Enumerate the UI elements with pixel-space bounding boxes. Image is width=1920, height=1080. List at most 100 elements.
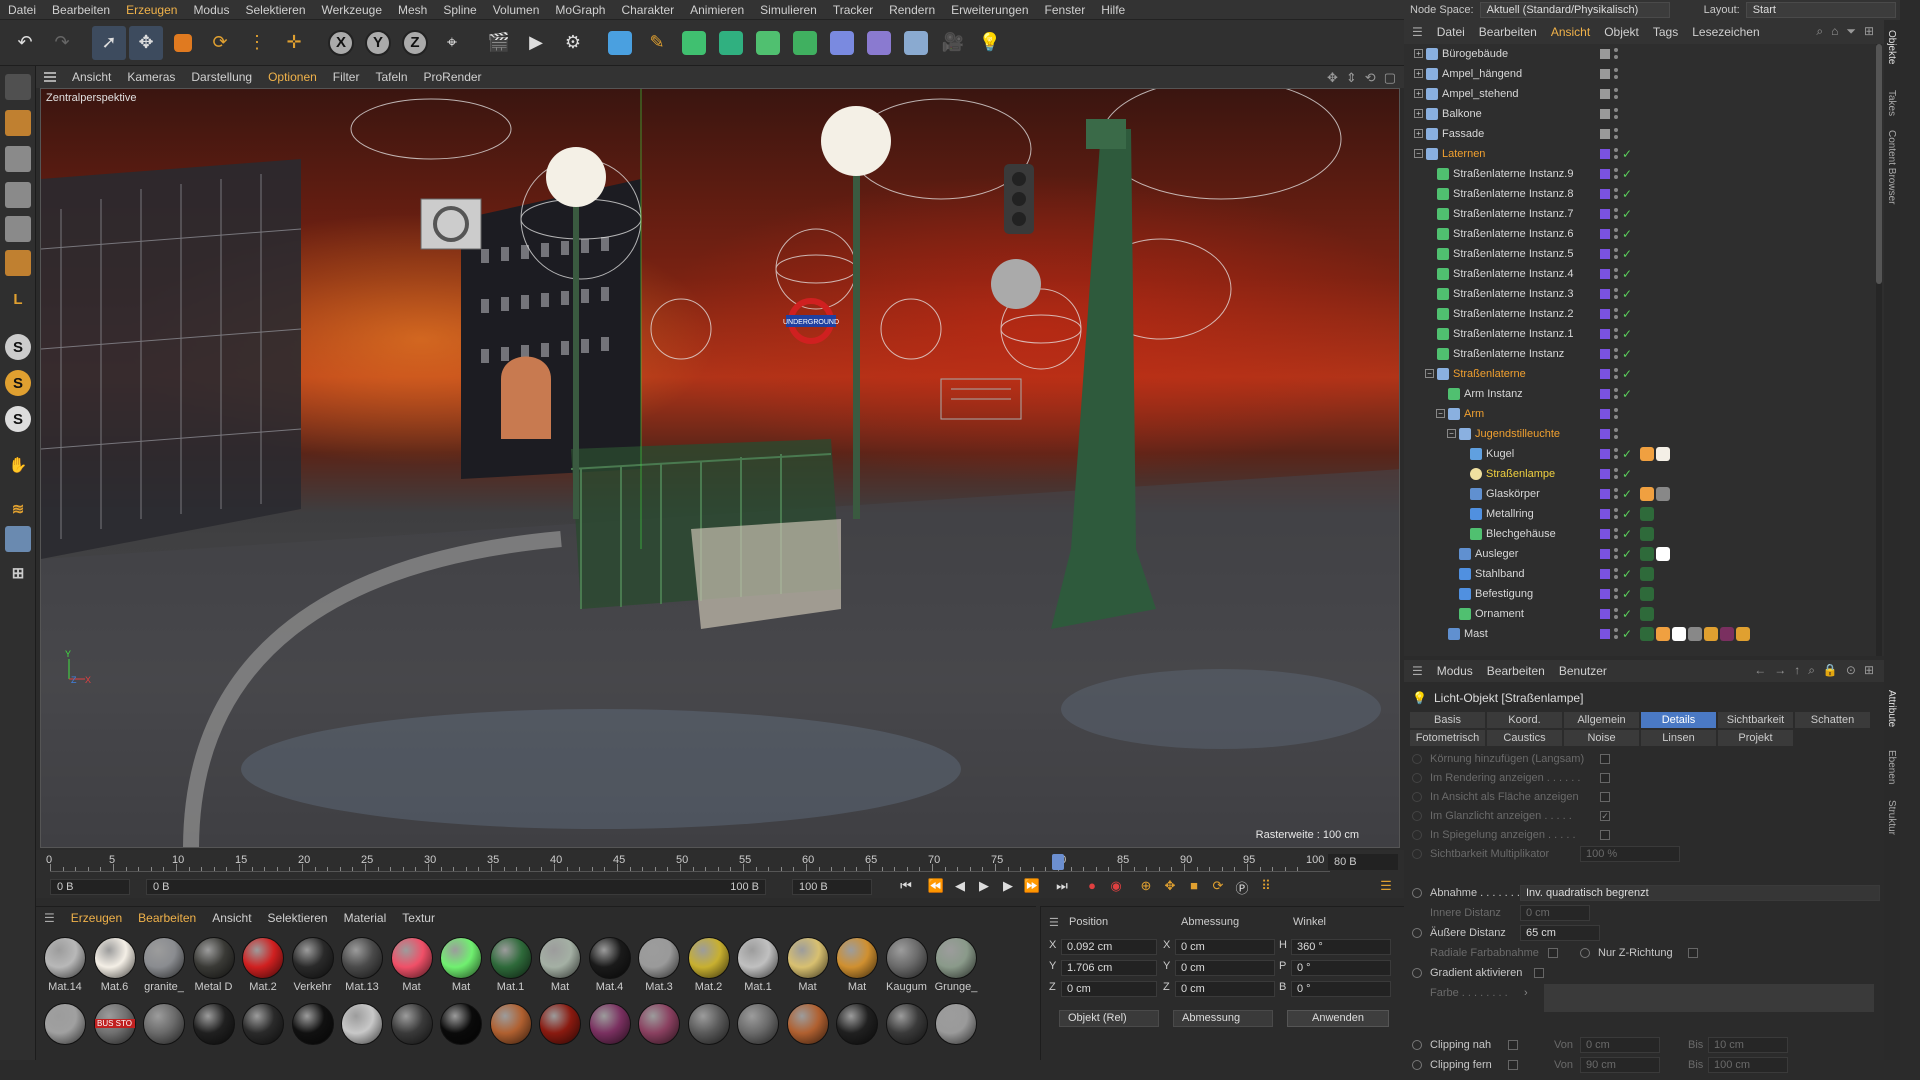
prev-frame-icon[interactable]: ◀ — [950, 878, 970, 896]
material-swatch[interactable]: Mat — [389, 937, 435, 993]
up-icon[interactable]: ↑ — [1794, 663, 1800, 678]
side-tab-3[interactable]: Attribute — [1886, 690, 1897, 727]
layer-color-icon[interactable] — [1600, 169, 1610, 179]
coord-angle-field[interactable]: 360 ° — [1291, 939, 1391, 955]
material-swatch[interactable]: Metal D — [191, 937, 237, 993]
coords-size-mode-select[interactable]: Abmessung — [1173, 1010, 1273, 1027]
timeline-ruler[interactable]: 0510152025303540455055606570758085909510… — [46, 854, 1330, 872]
object-row[interactable]: Straßenlaterne Instanz.9 ✓ — [1404, 164, 1884, 184]
tab-3[interactable]: Details — [1641, 712, 1716, 728]
material-swatch[interactable]: Mat — [438, 937, 484, 993]
clip-near-checkbox[interactable] — [1508, 1040, 1518, 1050]
visibility-dots-icon[interactable] — [1614, 287, 1618, 301]
select-tool-icon[interactable]: ➚ — [92, 25, 126, 60]
layer-color-icon[interactable] — [1600, 209, 1610, 219]
material-swatch[interactable]: Mat.2 — [240, 937, 286, 993]
material-swatch[interactable] — [933, 1003, 979, 1045]
back-icon[interactable]: ← — [1754, 663, 1766, 678]
material-tag-icon[interactable] — [1640, 527, 1654, 541]
tab-1[interactable]: Koord. — [1487, 712, 1562, 728]
object-row[interactable]: Blechgehäuse ✓ — [1404, 524, 1884, 544]
search-icon[interactable]: ⌕ — [1816, 24, 1823, 39]
z-axis-icon[interactable]: Z — [398, 26, 432, 60]
layer-color-icon[interactable] — [1600, 409, 1610, 419]
material-swatch[interactable] — [537, 1003, 583, 1045]
expand-toggle-icon[interactable]: + — [1414, 69, 1423, 78]
enabled-check-icon[interactable]: ✓ — [1622, 204, 1632, 224]
material-swatch[interactable] — [339, 1003, 385, 1045]
object-row[interactable]: Stahlband ✓ — [1404, 564, 1884, 584]
texture-mode-icon[interactable] — [5, 146, 31, 172]
material-swatch[interactable]: Mat.14 — [42, 937, 88, 993]
material-swatch[interactable]: Mat.2 — [686, 937, 732, 993]
material-swatch[interactable]: Grunge_ — [933, 937, 979, 993]
key-rotate-icon[interactable]: ⟳ — [1208, 878, 1228, 896]
workplane-icon[interactable]: ≋ — [5, 496, 31, 522]
render-settings-icon[interactable]: ⚙ — [556, 26, 590, 60]
layer-color-icon[interactable] — [1600, 149, 1610, 159]
coord-size-field[interactable]: 0 cm — [1175, 939, 1275, 955]
attribute-checkbox[interactable] — [1600, 754, 1610, 764]
apply-button[interactable]: Anwenden — [1287, 1010, 1389, 1027]
attribute-radio[interactable] — [1412, 811, 1422, 821]
material-tag-icon[interactable] — [1656, 627, 1670, 641]
layer-color-icon[interactable] — [1600, 629, 1610, 639]
gradient-radio[interactable] — [1412, 968, 1422, 978]
enabled-check-icon[interactable]: ✓ — [1622, 444, 1632, 464]
layer-color-icon[interactable] — [1600, 69, 1610, 79]
add-tool-icon[interactable]: ✛ — [277, 26, 311, 60]
visibility-dots-icon[interactable] — [1614, 247, 1618, 261]
visibility-dots-icon[interactable] — [1614, 507, 1618, 521]
visibility-dots-icon[interactable] — [1614, 607, 1618, 621]
next-frame-icon[interactable]: ▶ — [998, 878, 1018, 896]
outer-distance-field[interactable]: 65 cm — [1520, 925, 1600, 941]
filter-icon[interactable]: ⏷ — [1846, 24, 1856, 39]
start-frame-field[interactable]: 0 B — [50, 879, 130, 895]
menu-13[interactable]: Tracker — [825, 3, 881, 17]
falloff-radio[interactable] — [1412, 888, 1422, 898]
tab2-3[interactable]: Linsen — [1641, 730, 1716, 746]
coord-size-field[interactable]: 0 cm — [1175, 981, 1275, 997]
visibility-dots-icon[interactable] — [1614, 587, 1618, 601]
visibility-dots-icon[interactable] — [1614, 167, 1618, 181]
make-editable-icon[interactable] — [5, 74, 31, 100]
goto-start-icon[interactable]: ⏮ — [896, 878, 916, 896]
object-row[interactable]: Straßenlaterne Instanz.7 ✓ — [1404, 204, 1884, 224]
layer-color-icon[interactable] — [1600, 109, 1610, 119]
object-row[interactable]: Befestigung ✓ — [1404, 584, 1884, 604]
side-tab-0[interactable]: Objekte — [1886, 30, 1897, 64]
material-tag-icon[interactable] — [1656, 547, 1670, 561]
viewport-menu-5[interactable]: Tafeln — [375, 70, 407, 84]
menu-6[interactable]: Mesh — [390, 3, 435, 17]
tab2-1[interactable]: Caustics — [1487, 730, 1562, 746]
quantize-icon[interactable]: S — [5, 406, 31, 432]
subdivision-icon[interactable] — [677, 26, 711, 60]
object-row[interactable]: Straßenlaterne Instanz.3 ✓ — [1404, 284, 1884, 304]
object-row[interactable]: − Jugendstilleuchte — [1404, 424, 1884, 444]
object-menu-2[interactable]: Ansicht — [1551, 25, 1590, 39]
model-mode-icon[interactable] — [5, 110, 31, 136]
y-axis-icon[interactable]: Y — [361, 26, 395, 60]
enabled-check-icon[interactable]: ✓ — [1622, 144, 1632, 164]
object-row[interactable]: Straßenlaterne Instanz.6 ✓ — [1404, 224, 1884, 244]
visibility-dots-icon[interactable] — [1614, 307, 1618, 321]
material-tag-icon[interactable] — [1640, 567, 1654, 581]
autokey-icon[interactable]: ◉ — [1106, 878, 1126, 896]
tab2-4[interactable]: Projekt — [1718, 730, 1793, 746]
attribute-checkbox[interactable] — [1600, 830, 1610, 840]
add-view-icon[interactable]: ⊞ — [1864, 24, 1874, 39]
coord-position-field[interactable]: 0 cm — [1061, 981, 1157, 997]
coord-position-field[interactable]: 1.706 cm — [1061, 960, 1157, 976]
material-swatch[interactable]: Mat.13 — [339, 937, 385, 993]
tab-4[interactable]: Sichtbarkeit — [1718, 712, 1793, 728]
menu-14[interactable]: Rendern — [881, 3, 943, 17]
tab-2[interactable]: Allgemein — [1564, 712, 1639, 728]
inner-distance-field[interactable]: 0 cm — [1520, 905, 1590, 921]
clip-far-radio[interactable] — [1412, 1060, 1422, 1070]
object-row[interactable]: Metallring ✓ — [1404, 504, 1884, 524]
coords-mode-select[interactable]: Objekt (Rel) — [1059, 1010, 1159, 1027]
material-tag-icon[interactable] — [1736, 627, 1750, 641]
object-row[interactable]: Straßenlaterne Instanz.8 ✓ — [1404, 184, 1884, 204]
layer-color-icon[interactable] — [1600, 349, 1610, 359]
floor-icon[interactable] — [899, 26, 933, 60]
